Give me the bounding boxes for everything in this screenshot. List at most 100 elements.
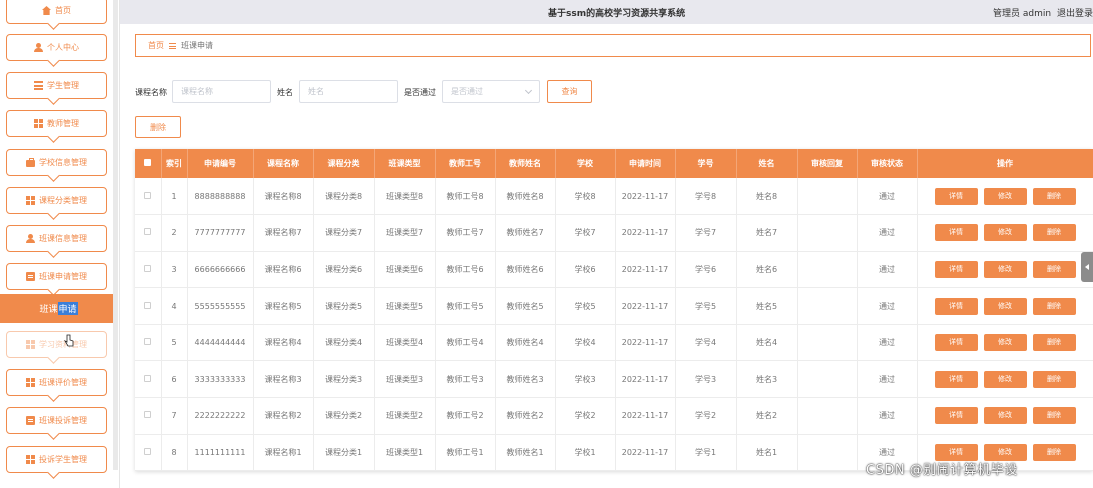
row-checkbox[interactable] — [144, 191, 152, 199]
chevron-down-icon — [524, 86, 533, 95]
cell-app-no: 5555555555 — [187, 287, 254, 325]
cell-name: 姓名6 — [736, 251, 798, 288]
row-actions: 详情 修改 删除 — [917, 178, 1093, 215]
name-label: 姓名 — [277, 88, 293, 97]
cell-class-type: 班课类型1 — [374, 434, 436, 471]
logout-link[interactable]: 退出登录 — [1057, 6, 1093, 19]
sidebar-item-class-reviews[interactable]: 班课评价管理 — [6, 369, 107, 396]
edit-button[interactable]: 修改 — [983, 187, 1027, 205]
edit-button[interactable]: 修改 — [983, 407, 1027, 425]
cell-category: 课程分类4 — [313, 324, 375, 361]
cell-reply — [797, 251, 858, 288]
approved-select-placeholder: 是否通过 — [451, 87, 483, 96]
batch-delete-button[interactable]: 删除 — [135, 116, 181, 138]
table-row: 4 5555555555 课程名称5 课程分类5 班课类型5 教师工号5 教师姓名5 学校5 2… — [135, 287, 1093, 325]
sidebar-item-teachers[interactable]: 教师管理 — [6, 110, 107, 137]
detail-button[interactable]: 详情 — [934, 297, 978, 315]
sidebar-item-class-info[interactable]: 班课信息管理 — [6, 225, 107, 252]
row-checkbox[interactable] — [144, 411, 152, 419]
detail-button[interactable]: 详情 — [934, 260, 978, 278]
select-all-checkbox[interactable] — [144, 159, 152, 166]
column-header: 教师工号 — [435, 149, 496, 178]
breadcrumb: 首页 班课申请 — [135, 34, 1091, 57]
row-checkbox[interactable] — [144, 301, 152, 309]
column-header: 教师姓名 — [495, 149, 556, 178]
sidebar-item-learning-materials[interactable]: 学习资料管理 — [6, 331, 107, 358]
grid-icon — [26, 196, 35, 205]
sidebar-item-students[interactable]: 学生管理 — [6, 72, 107, 99]
cell-teacher-no: 教师工号3 — [435, 360, 496, 398]
detail-button[interactable]: 详情 — [934, 334, 978, 352]
approved-select[interactable]: 是否通过 — [442, 80, 540, 103]
cell-category: 课程分类1 — [313, 434, 375, 471]
column-header: 课程分类 — [313, 149, 375, 178]
row-checkbox[interactable] — [144, 447, 152, 455]
sidebar-scrollbar[interactable] — [113, 0, 118, 470]
name-input[interactable] — [299, 80, 398, 103]
row-checkbox[interactable] — [144, 264, 152, 272]
cell-student-no: 学号5 — [675, 287, 737, 325]
cell-index: 1 — [161, 178, 188, 215]
cell-app-no: 8888888888 — [187, 178, 254, 215]
detail-button[interactable]: 详情 — [934, 407, 978, 425]
course-name-input[interactable] — [172, 80, 271, 103]
delete-button[interactable]: 删除 — [1032, 443, 1076, 461]
sidebar-item-label: 课程分类管理 — [39, 196, 87, 205]
edit-button[interactable]: 修改 — [983, 334, 1027, 352]
sidebar-item-class-applications[interactable]: 班课申请管理 — [6, 263, 107, 290]
cell-index: 7 — [161, 397, 188, 435]
column-header: 索引 — [161, 149, 188, 178]
sidebar-item-home[interactable]: 首页 — [6, 0, 107, 24]
grid-icon — [26, 378, 35, 387]
sidebar-item-complaint-students[interactable]: 投诉学生管理 — [6, 446, 107, 473]
cell-index: 5 — [161, 324, 188, 361]
delete-button[interactable]: 删除 — [1032, 334, 1076, 352]
delete-button[interactable]: 删除 — [1032, 260, 1076, 278]
query-button[interactable]: 查询 — [547, 80, 592, 103]
hand-cursor-icon — [64, 334, 74, 347]
edit-button[interactable]: 修改 — [983, 297, 1027, 315]
cell-student-no: 学号4 — [675, 324, 737, 361]
column-header: 审核回复 — [797, 149, 858, 178]
cell-name: 姓名5 — [736, 287, 798, 325]
edit-button[interactable]: 修改 — [983, 224, 1027, 242]
detail-button[interactable]: 详情 — [934, 370, 978, 388]
detail-button[interactable]: 详情 — [934, 187, 978, 205]
cell-teacher-name: 教师姓名5 — [495, 287, 556, 325]
select-all-cell — [135, 149, 162, 178]
delete-button[interactable]: 删除 — [1032, 370, 1076, 388]
course-name-label: 课程名称 — [135, 88, 167, 97]
cell-student-no: 学号3 — [675, 360, 737, 398]
cell-category: 课程分类6 — [313, 251, 375, 288]
row-checkbox[interactable] — [144, 338, 152, 346]
row-checkbox[interactable] — [144, 228, 152, 236]
cell-app-no: 3333333333 — [187, 360, 254, 398]
column-header: 姓名 — [736, 149, 798, 178]
cell-teacher-name: 教师姓名2 — [495, 397, 556, 435]
column-header: 操作 — [917, 149, 1093, 178]
sidebar-item-class-complaints[interactable]: 班课投诉管理 — [6, 407, 107, 434]
cell-course: 课程名称1 — [253, 434, 314, 471]
table-row: 7 2222222222 课程名称2 课程分类2 班课类型2 教师工号2 教师姓名2 学校2 2… — [135, 397, 1093, 435]
delete-button[interactable]: 删除 — [1032, 224, 1076, 242]
card-icon — [26, 272, 35, 281]
row-checkbox[interactable] — [144, 374, 152, 382]
sidebar-item-schools[interactable]: 学校信息管理 — [6, 149, 107, 176]
edit-button[interactable]: 修改 — [983, 260, 1027, 278]
delete-button[interactable]: 删除 — [1032, 407, 1076, 425]
delete-button[interactable]: 删除 — [1032, 297, 1076, 315]
cell-time: 2022-11-17 — [615, 178, 676, 215]
submenu-item-class-application[interactable]: 班课 申请 — [0, 294, 117, 323]
detail-button[interactable]: 详情 — [934, 224, 978, 242]
breadcrumb-home[interactable]: 首页 — [148, 40, 164, 51]
sidebar-item-course-categories[interactable]: 课程分类管理 — [6, 187, 107, 214]
sidebar-item-personal-center[interactable]: 个人中心 — [6, 34, 107, 61]
delete-button[interactable]: 删除 — [1032, 187, 1076, 205]
collapse-panel-tab[interactable] — [1081, 252, 1093, 282]
cell-reply — [797, 214, 858, 252]
cell-teacher-no: 教师工号4 — [435, 324, 496, 361]
edit-button[interactable]: 修改 — [983, 370, 1027, 388]
cell-course: 课程名称7 — [253, 214, 314, 252]
cell-name: 姓名4 — [736, 324, 798, 361]
cell-course: 课程名称6 — [253, 251, 314, 288]
